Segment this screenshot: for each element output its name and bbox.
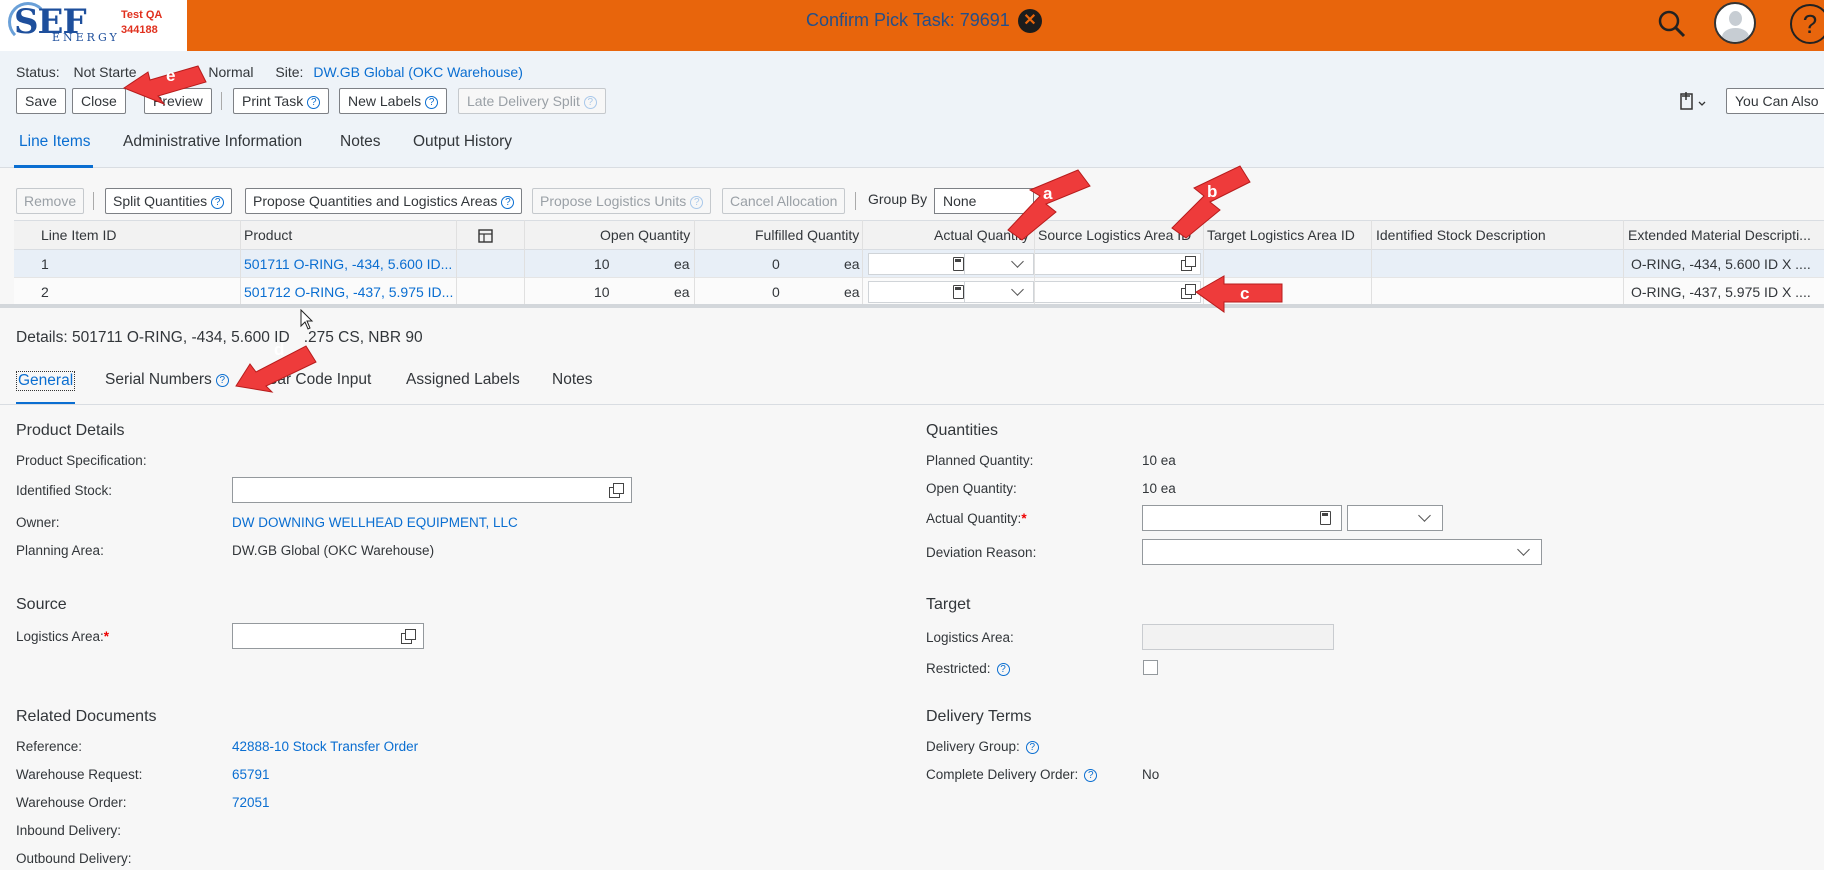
annotation-layer — [122, 65, 1283, 393]
annotation-arrow-b — [1171, 165, 1251, 239]
annotation-arrow-a — [1007, 169, 1091, 241]
annotation-label-b: b — [1207, 182, 1218, 201]
annotation-arrow-c — [1195, 275, 1283, 313]
annotation-label-e: e — [166, 66, 176, 85]
annotation-label-a: a — [1043, 184, 1053, 203]
annotation-label-d: d — [274, 340, 285, 359]
annotation-label-c: c — [1240, 284, 1250, 303]
annotation-arrow-e — [122, 65, 207, 106]
